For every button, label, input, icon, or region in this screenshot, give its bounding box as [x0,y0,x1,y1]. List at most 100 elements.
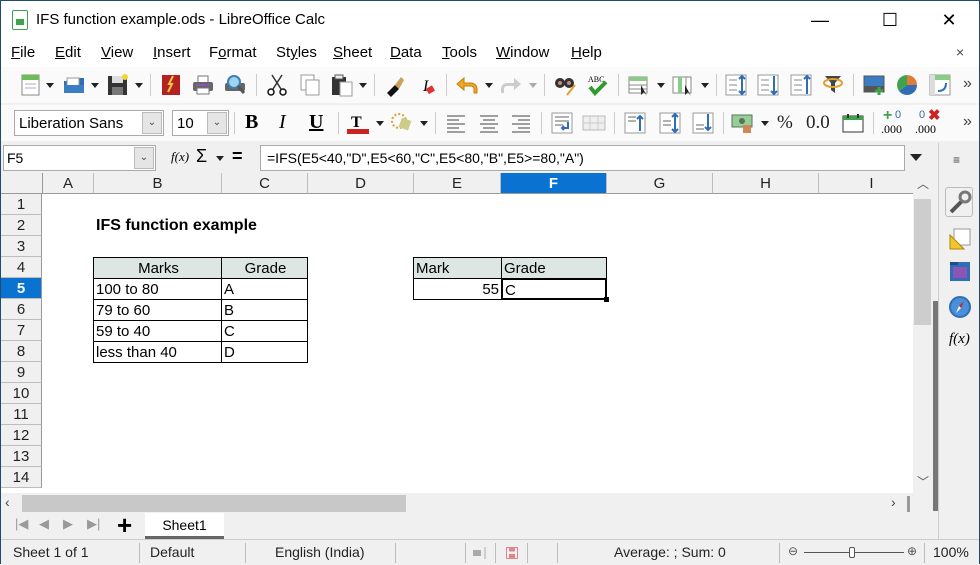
cell-b6[interactable]: 79 to 60 [93,299,222,321]
row-icon[interactable] [627,73,651,97]
styles-icon[interactable] [948,227,972,251]
font-name-combobox[interactable]: Liberation Sans ⌄ [14,110,164,136]
clear-formatting-icon[interactable]: I [415,73,439,97]
delete-decimal-button[interactable]: 0 ✖ .000 [915,107,941,137]
open-dropdown-icon[interactable] [91,83,99,88]
cell-b7[interactable]: 59 to 40 [93,320,222,342]
sum-button[interactable]: Σ [196,146,207,167]
menu-edit[interactable]: Edit [55,44,81,61]
cell-b4-header[interactable]: Marks [93,257,222,279]
font-size-dropdown-icon[interactable]: ⌄ [207,112,227,134]
tab-bar-splitter[interactable] [907,496,910,512]
maximize-button[interactable]: ☐ [867,7,913,33]
redo-icon[interactable] [499,73,523,97]
highlight-color-icon[interactable] [390,111,414,135]
number-format-button[interactable]: 0.0 [806,112,830,134]
menu-sheet[interactable]: Sheet [333,44,372,61]
vertical-scrollbar-thumb[interactable] [914,199,931,325]
column-icon[interactable] [671,73,695,97]
row-header-8[interactable]: 8 [1,341,42,362]
column-header-c[interactable]: C [222,173,308,194]
horizontal-scrollbar[interactable]: ‹ › [1,493,913,513]
zoom-slider-handle[interactable] [849,547,855,558]
cell-c6[interactable]: B [221,299,308,321]
fill-handle[interactable] [604,297,609,302]
align-bottom-icon[interactable] [691,111,715,135]
sum-dropdown-icon[interactable] [216,156,224,161]
cell-c7[interactable]: C [221,320,308,342]
next-sheet-icon[interactable]: ▶ [63,516,73,532]
font-name-dropdown-icon[interactable]: ⌄ [142,112,162,134]
formula-input[interactable]: =IFS(E5<40,"D",E5<60,"C",E5<80,"B",E5>=8… [260,145,905,171]
cut-icon[interactable] [265,73,289,97]
column-header-b[interactable]: B [94,173,222,194]
gallery-icon[interactable] [948,259,972,283]
horizontal-scrollbar-thumb[interactable] [22,495,406,512]
center-vertically-icon[interactable] [658,111,682,135]
spellcheck-icon[interactable]: ABC [586,73,610,97]
row-header-12[interactable]: 12 [1,425,42,446]
currency-dropdown-icon[interactable] [761,121,769,126]
pivot-table-icon[interactable] [928,73,952,97]
align-right-icon[interactable] [509,111,533,135]
name-box-dropdown-icon[interactable]: ⌄ [134,147,154,169]
document-modified-icon[interactable] [506,546,518,559]
menu-window[interactable]: Window [496,44,549,61]
sort-ascending-icon[interactable] [789,73,813,97]
menu-help[interactable]: Help [571,44,602,61]
font-color-icon[interactable]: T [346,111,370,135]
column-header-e[interactable]: E [414,173,501,194]
percent-format-button[interactable]: % [777,112,793,134]
language[interactable]: English (India) [275,544,365,560]
font-size-combobox[interactable]: 10 ⌄ [172,110,229,136]
sidebar-menu-icon[interactable]: ≡ [953,153,960,167]
currency-format-icon[interactable] [731,111,755,135]
add-decimal-button[interactable]: + 0 .000 [881,107,907,137]
undo-icon[interactable] [455,73,479,97]
paste-icon[interactable] [330,73,354,97]
scroll-left-button[interactable]: ‹ [5,494,10,510]
cell-c4-header[interactable]: Grade [221,257,308,279]
cell-f5-grade-selected[interactable]: C [501,278,607,300]
formula-equals-button[interactable]: = [232,146,243,167]
close-button[interactable]: ✕ [926,7,972,33]
scroll-up-button[interactable]: ︿ [913,173,933,193]
row-dropdown-icon[interactable] [657,83,665,88]
export-pdf-icon[interactable] [159,73,183,97]
cell-b5[interactable]: 100 to 80 [93,278,222,300]
row-header-10[interactable]: 10 [1,383,42,404]
column-header-i[interactable]: I [819,173,913,194]
clone-formatting-icon[interactable] [383,73,407,97]
font-color-dropdown-icon[interactable] [376,121,384,126]
new-icon[interactable] [19,73,43,97]
properties-icon[interactable] [945,187,973,217]
row-header-9[interactable]: 9 [1,362,42,383]
zoom-level[interactable]: 100% [933,544,969,560]
undo-dropdown-icon[interactable] [485,83,493,88]
zoom-out-icon[interactable]: ⊖ [788,544,798,558]
menu-insert[interactable]: Insert [153,44,191,61]
last-sheet-icon[interactable]: ▶| [87,516,100,532]
open-icon[interactable] [62,73,86,97]
column-header-g[interactable]: G [607,173,713,194]
save-icon[interactable] [106,73,130,97]
insert-chart-icon[interactable] [895,73,919,97]
save-dropdown-icon[interactable] [135,83,143,88]
italic-button[interactable]: I [279,111,286,134]
menu-view[interactable]: View [101,44,133,61]
scroll-down-button[interactable]: ﹀ [913,473,933,493]
cell-b8[interactable]: less than 40 [93,341,222,363]
add-sheet-button[interactable]: + [117,510,132,541]
cell-c8[interactable]: D [221,341,308,363]
print-icon[interactable] [191,73,215,97]
menu-format[interactable]: Format [209,44,257,61]
spreadsheet-grid[interactable]: A B C D E F G H I 1 2 3 4 5 6 7 8 9 10 1… [1,173,913,493]
cell-b2-title[interactable]: IFS function example [94,215,314,236]
row-header-2[interactable]: 2 [1,215,42,236]
insert-image-icon[interactable] [862,73,886,97]
sidebar-splitter[interactable] [933,301,938,511]
formatting-toolbar-overflow-button[interactable]: » [963,113,972,131]
first-sheet-icon[interactable]: |◀ [15,516,28,532]
cell-f4-header[interactable]: Grade [501,257,607,279]
underline-button[interactable]: U [309,111,323,134]
